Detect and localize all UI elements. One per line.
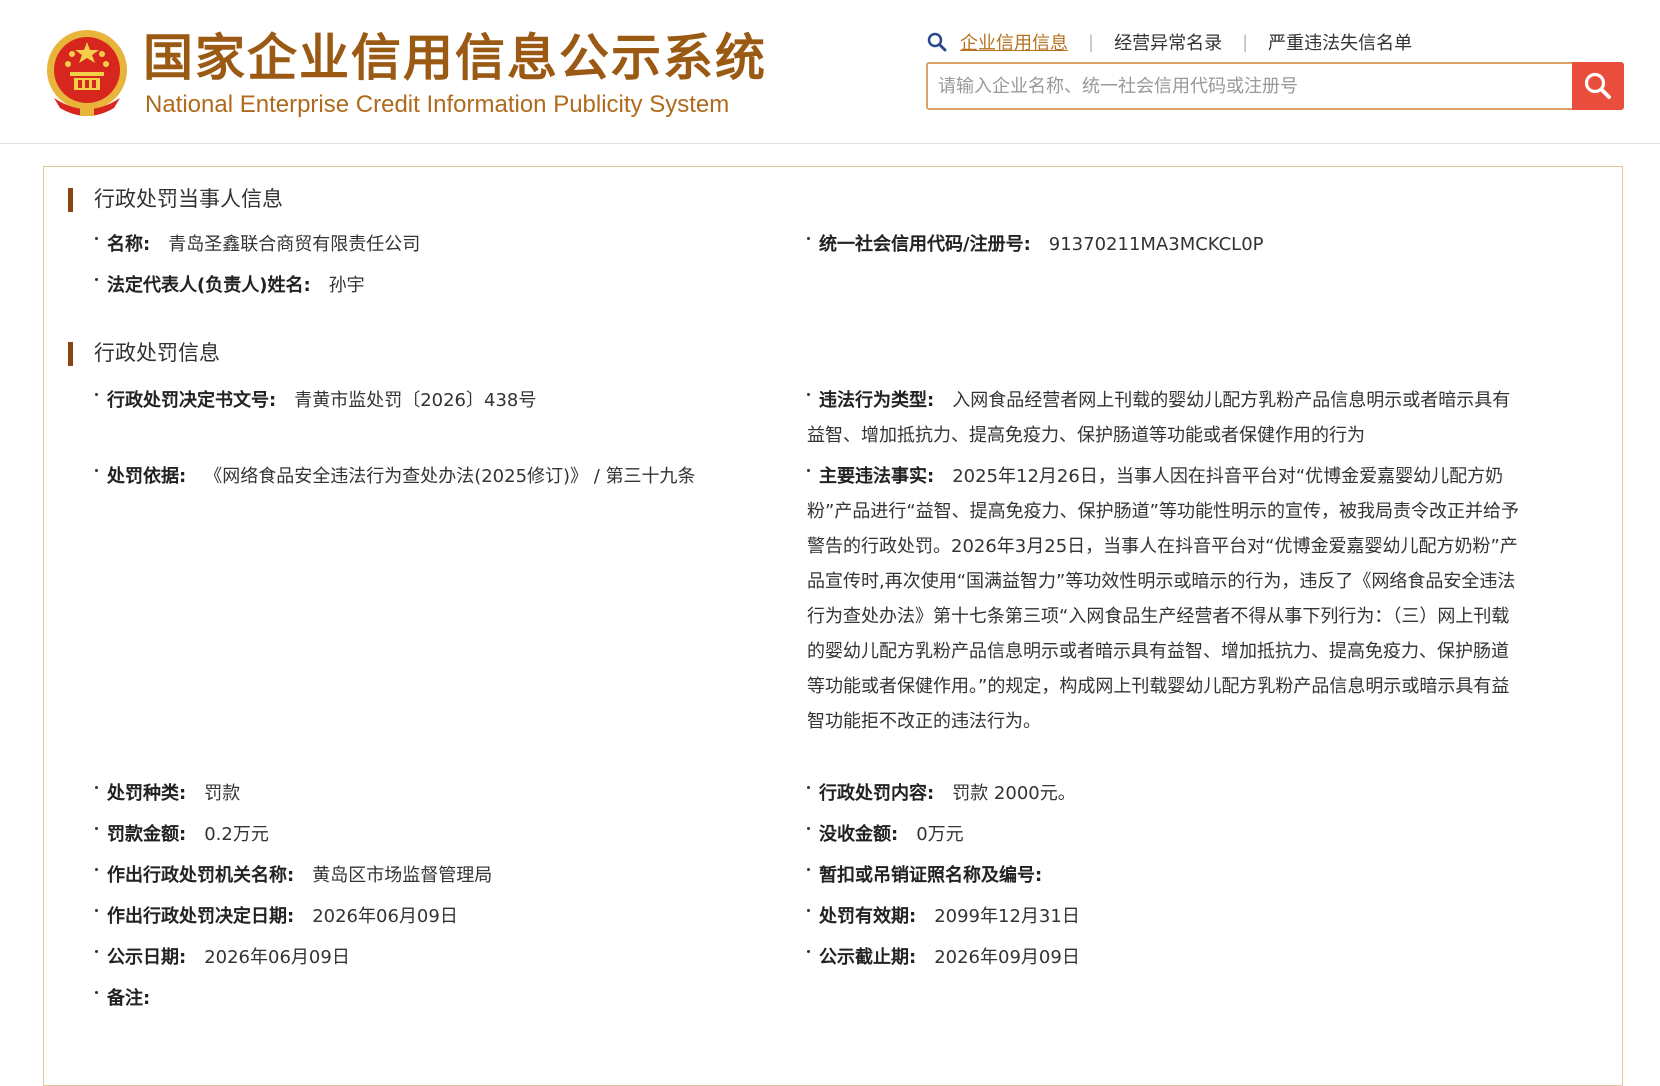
publish-end-date-value: 2026年09月09日 [934, 947, 1080, 968]
decision-doc-number-value: 青黄市监处罚〔2026〕438号 [294, 390, 537, 411]
site-title-en: National Enterprise Credit Information P… [145, 91, 730, 118]
nav-separator: | [1088, 31, 1095, 53]
credit-code-value: 91370211MA3MCKCL0P [1048, 234, 1264, 255]
publish-date-value: 2026年06月09日 [204, 947, 350, 968]
national-emblem-icon [47, 30, 127, 116]
penalty-kind-value: 罚款 [204, 783, 241, 804]
company-name-value: 青岛圣鑫联合商贸有限责任公司 [168, 234, 421, 255]
search-icon [927, 32, 947, 52]
authority-name-value: 黄岛区市场监督管理局 [312, 865, 493, 886]
field-legal-representative: 法定代表人(负责人)姓名: 孙宇 [95, 268, 365, 303]
field-decision-doc-number: 行政处罚决定书文号: 青黄市监处罚〔2026〕438号 [95, 383, 536, 418]
field-violation-type: 违法行为类型: 入网食品经营者网上刊载的婴幼儿配方乳粉产品信息明示或者暗示具有益智… [807, 390, 1511, 446]
field-fine-amount: 罚款金额: 0.2万元 [95, 817, 269, 852]
field-license-revocation: 暂扣或吊销证照名称及编号: [807, 858, 1519, 893]
field-penalty-kind: 处罚种类: 罚款 [95, 776, 240, 811]
fine-amount-value: 0.2万元 [204, 824, 269, 845]
magnifier-icon [1584, 72, 1611, 99]
search-bar [926, 62, 1624, 110]
nav-serious-violation-list[interactable]: 严重违法失信名单 [1268, 29, 1412, 55]
field-penalty-validity: 处罚有效期: 2099年12月31日 [807, 899, 1519, 934]
search-input[interactable] [928, 64, 1568, 108]
field-confiscation-amount: 没收金额: 0万元 [807, 817, 1519, 852]
section-title-party: 行政处罚当事人信息 [68, 184, 283, 214]
field-penalty-content: 行政处罚内容: 罚款 2000元。 [807, 776, 1519, 811]
search-button[interactable] [1572, 62, 1624, 110]
top-nav: 企业信用信息 | 经营异常名录 | 严重违法失信名单 [926, 28, 1412, 56]
field-publish-end-date: 公示截止期: 2026年09月09日 [807, 940, 1519, 975]
penalty-detail-panel: 行政处罚当事人信息 名称: 青岛圣鑫联合商贸有限责任公司 统一社会信用代码/注册号… [43, 166, 1623, 1086]
field-main-facts: 主要违法事实: 2025年12月26日，当事人因在抖音平台对“优博金爱嘉婴幼儿配方… [807, 466, 1519, 732]
legal-representative-value: 孙宇 [328, 275, 365, 296]
nav-enterprise-credit[interactable]: 企业信用信息 [960, 29, 1068, 55]
decision-date-value: 2026年06月09日 [312, 906, 458, 927]
nav-separator: | [1242, 31, 1249, 53]
main-facts-value: 2025年12月26日，当事人因在抖音平台对“优博金爱嘉婴幼儿配方奶粉”产品进行… [807, 466, 1519, 732]
penalty-validity-value: 2099年12月31日 [934, 906, 1080, 927]
site-title-cn: 国家企业信用信息公示系统 [143, 29, 767, 87]
penalty-content-value: 罚款 2000元。 [952, 783, 1076, 804]
nav-abnormal-list[interactable]: 经营异常名录 [1114, 29, 1222, 55]
field-decision-date: 作出行政处罚决定日期: 2026年06月09日 [95, 899, 458, 934]
site-header: 国家企业信用信息公示系统 National Enterprise Credit … [0, 0, 1660, 144]
field-company-name: 名称: 青岛圣鑫联合商贸有限责任公司 [95, 227, 420, 262]
field-publish-date: 公示日期: 2026年06月09日 [95, 940, 350, 975]
section-title-penalty: 行政处罚信息 [68, 338, 220, 368]
penalty-basis-value: 《网络食品安全违法行为查处办法(2025修订)》 / 第三十九条 [204, 466, 696, 487]
field-penalty-basis: 处罚依据: 《网络食品安全违法行为查处办法(2025修订)》 / 第三十九条 [95, 459, 696, 494]
field-authority-name: 作出行政处罚机关名称: 黄岛区市场监督管理局 [95, 858, 492, 893]
confiscation-amount-value: 0万元 [916, 824, 964, 845]
field-credit-code: 统一社会信用代码/注册号: 91370211MA3MCKCL0P [807, 227, 1519, 262]
field-remark: 备注: [95, 981, 168, 1016]
